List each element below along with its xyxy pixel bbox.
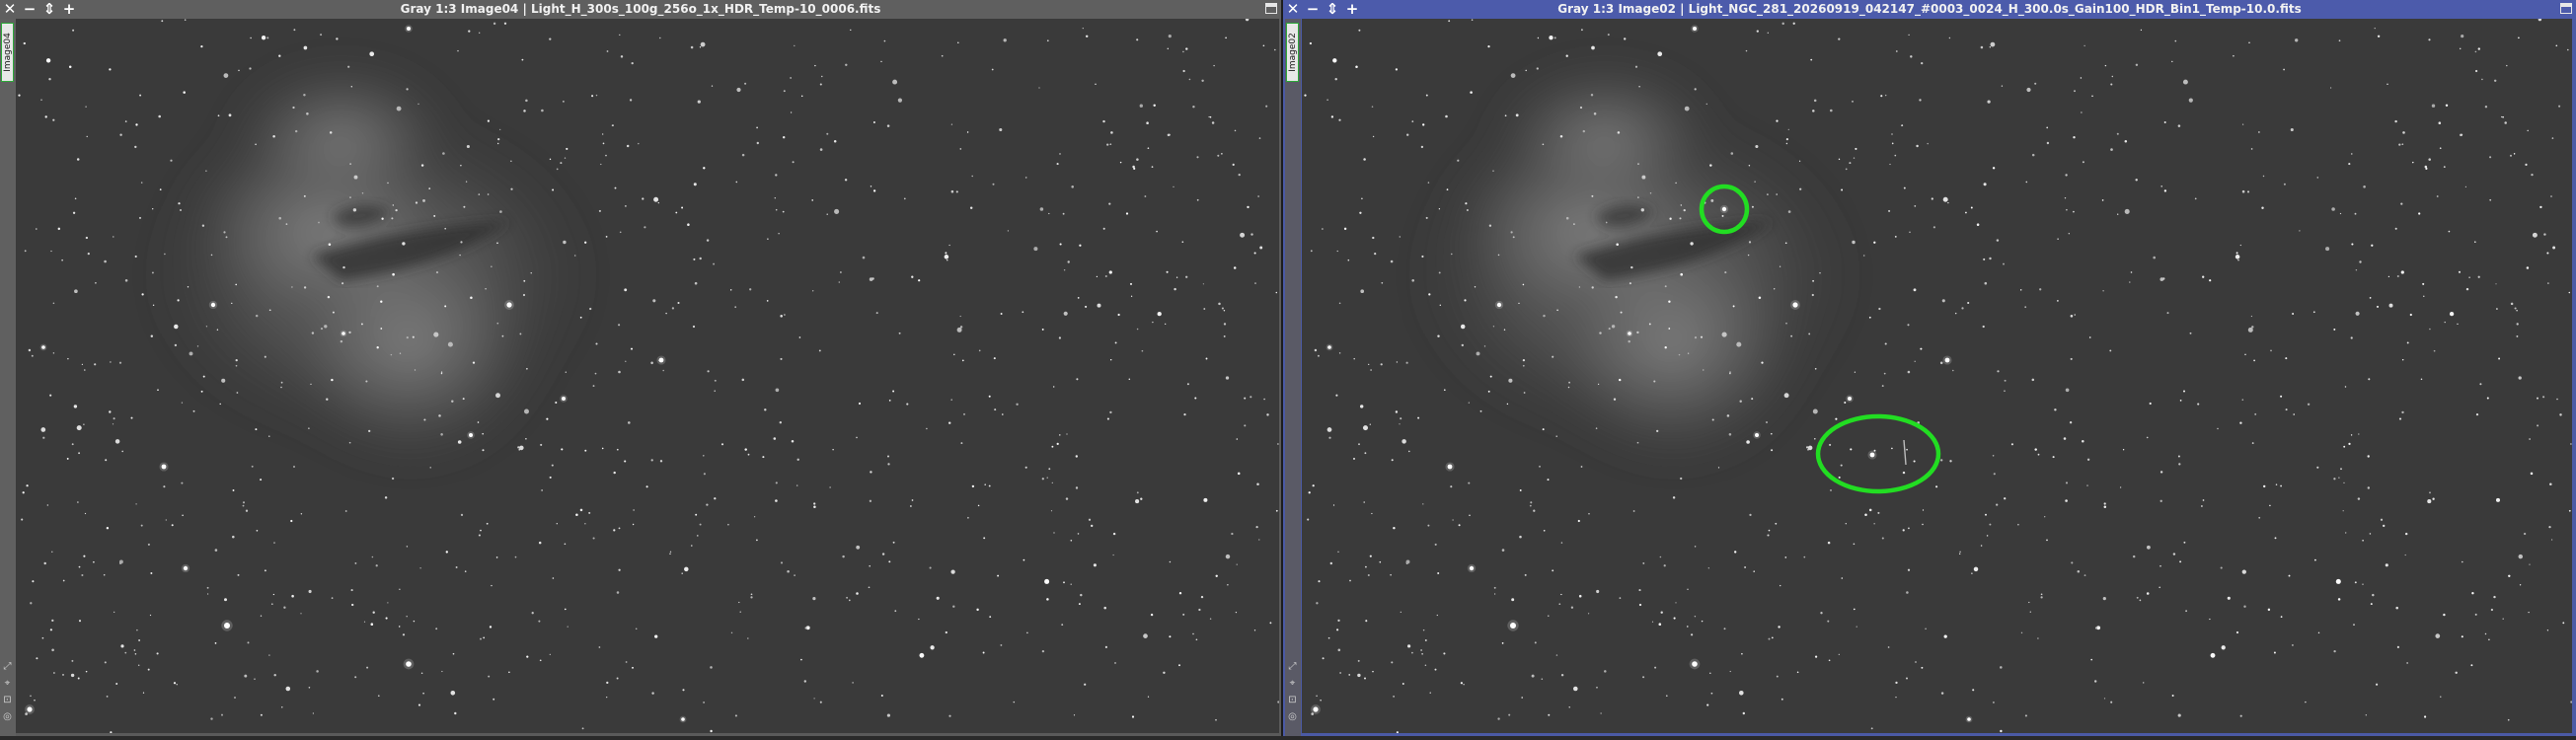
view-tab-label: Image04 xyxy=(3,33,13,72)
shade-icon[interactable]: ⇕ xyxy=(1323,0,1342,19)
image-window-left[interactable]: ✕ − ⇕ + Gray 1:3 Image04 | Light_H_300s_… xyxy=(0,0,1281,736)
maximize-icon[interactable]: + xyxy=(59,0,79,19)
astro-image xyxy=(1302,19,2572,733)
close-icon[interactable]: ✕ xyxy=(1283,0,1303,19)
view-tab[interactable]: Image02 xyxy=(1286,23,1299,82)
view-tab-label: Image02 xyxy=(1288,33,1298,72)
lock-icon[interactable]: ⊡ xyxy=(1286,694,1299,706)
window-title: Gray 1:3 Image02 | Light_NGC_281_2026091… xyxy=(1557,2,2302,16)
title-bar[interactable]: ✕ − ⇕ + Gray 1:3 Image04 | Light_H_300s_… xyxy=(0,0,1281,19)
restore-icon[interactable] xyxy=(2560,3,2572,14)
zoom-icon[interactable]: ⤢ xyxy=(1286,660,1299,673)
restore-icon[interactable] xyxy=(1265,3,1277,14)
view-selector-strip: Image04 ⤢ ⌖ ⊡ ◎ xyxy=(0,19,16,736)
zoom-icon[interactable]: ⤢ xyxy=(1,660,14,673)
view-selector-strip: Image02 ⤢ ⌖ ⊡ ◎ xyxy=(1285,19,1301,736)
stf-icon[interactable]: ◎ xyxy=(1,710,14,723)
close-icon[interactable]: ✕ xyxy=(0,0,20,19)
astro-image xyxy=(16,19,1279,733)
stf-icon[interactable]: ◎ xyxy=(1286,710,1299,723)
image-window-right[interactable]: ✕ − ⇕ + Gray 1:3 Image02 | Light_NGC_281… xyxy=(1283,0,2576,736)
mask-icon[interactable]: ⌖ xyxy=(1,677,14,690)
title-bar[interactable]: ✕ − ⇕ + Gray 1:3 Image02 | Light_NGC_281… xyxy=(1283,0,2576,19)
minimize-icon[interactable]: − xyxy=(1303,0,1323,19)
lock-icon[interactable]: ⊡ xyxy=(1,694,14,706)
maximize-icon[interactable]: + xyxy=(1342,0,1362,19)
shade-icon[interactable]: ⇕ xyxy=(39,0,59,19)
minimize-icon[interactable]: − xyxy=(20,0,39,19)
image-canvas[interactable] xyxy=(16,19,1279,733)
view-tab[interactable]: Image04 xyxy=(1,23,14,82)
image-canvas[interactable] xyxy=(1302,19,2572,733)
mask-icon[interactable]: ⌖ xyxy=(1286,677,1299,690)
workspace-bottom-edge xyxy=(0,736,2576,740)
window-title: Gray 1:3 Image04 | Light_H_300s_100g_256… xyxy=(400,2,881,16)
